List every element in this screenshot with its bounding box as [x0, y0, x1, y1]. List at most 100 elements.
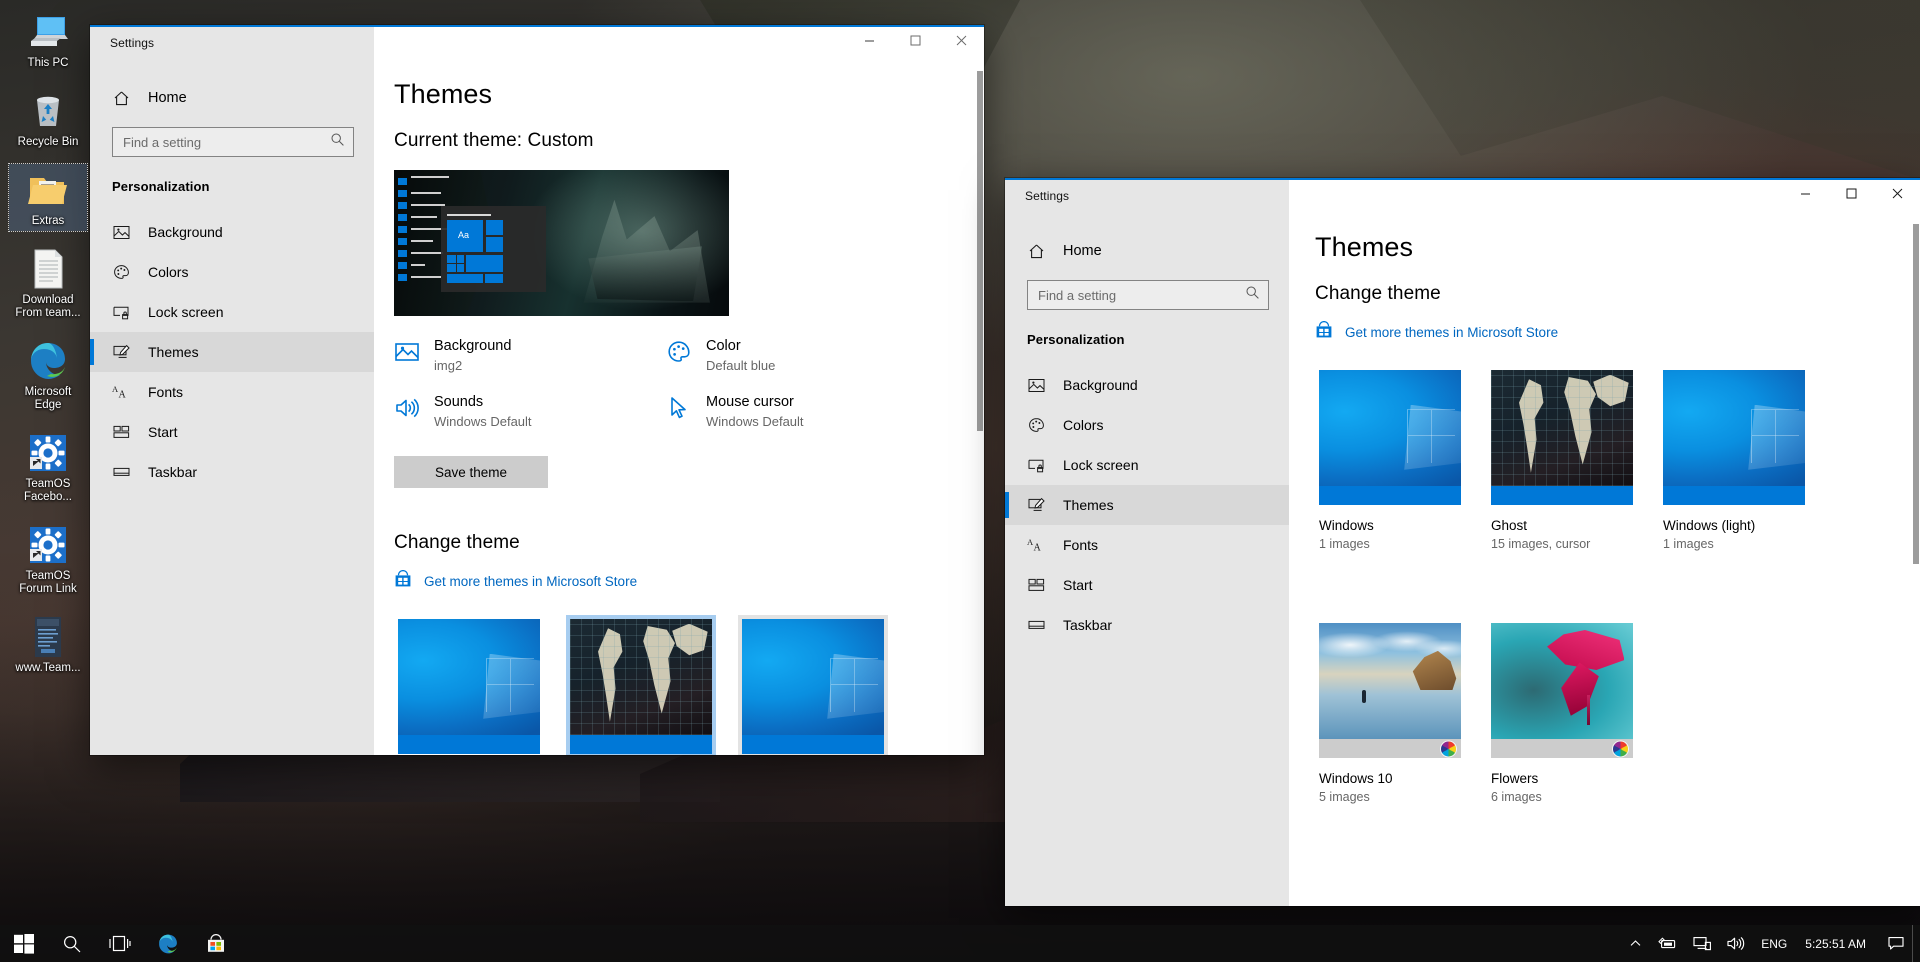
sidebar-item-lock-screen[interactable]: Lock screen	[1005, 445, 1289, 485]
scrollbar-thumb[interactable]	[1913, 224, 1919, 564]
sidebar-item-themes[interactable]: Themes	[1005, 485, 1289, 525]
window-1-search-wrap	[90, 117, 374, 157]
theme-sub: 1 images	[1663, 537, 1714, 551]
sidebar-item-lock-screen[interactable]: Lock screen	[90, 292, 374, 332]
sidebar-item-taskbar[interactable]: Taskbar	[90, 452, 374, 492]
sidebar-item-themes[interactable]: Themes	[90, 332, 374, 372]
sidebar-item-colors[interactable]: Colors	[1005, 405, 1289, 445]
search-input[interactable]	[1038, 287, 1245, 303]
theme-tile[interactable]: Flowers 6 images	[1487, 619, 1637, 804]
sidebar-home-label: Home	[148, 90, 187, 106]
window-2-scrollbar[interactable]	[1912, 222, 1920, 906]
theme-thumbnail	[1491, 623, 1633, 739]
sidebar-group-label: Personalization	[1027, 332, 1125, 347]
language-indicator[interactable]: ENG	[1753, 925, 1795, 962]
sidebar-item-label: Taskbar	[148, 464, 198, 480]
desktop-icon-label: TeamOS Forum Link	[19, 570, 77, 595]
theme-strip	[742, 735, 884, 754]
sidebar-item-label: Lock screen	[148, 304, 224, 320]
desktop-icon-extras[interactable]: Extras	[8, 163, 88, 232]
taskbar-icon	[1027, 616, 1045, 634]
windows-start-icon[interactable]	[0, 925, 48, 962]
change-theme-heading: Change theme	[394, 532, 520, 553]
store-link-label: Get more themes in Microsoft Store	[1345, 325, 1559, 340]
theme-tile[interactable]: Ghost 15 images, cursor	[566, 615, 716, 755]
search-icon[interactable]	[48, 925, 96, 962]
desktop-icon-label: www.Team...	[15, 662, 81, 674]
tablet-pen-icon[interactable]	[1650, 925, 1685, 962]
desktop-icon-microsoft-edge[interactable]: Microsoft Edge	[9, 335, 87, 415]
theme-tile[interactable]: Windows (light) 1 images	[738, 615, 888, 755]
sidebar-item-taskbar[interactable]: Taskbar	[1005, 605, 1289, 645]
minimize-button[interactable]	[846, 25, 892, 55]
theme-tile[interactable]: Windows 1 images	[1315, 366, 1465, 551]
theme-thumbnail	[742, 619, 884, 735]
desktop-icon-www-team[interactable]: www.Team...	[9, 611, 87, 678]
task-view-icon[interactable]	[96, 925, 144, 962]
get-more-themes-link[interactable]: Get more themes in Microsoft Store	[1315, 321, 1890, 344]
taskbar[interactable]: ENG 5:25:51 AM	[0, 925, 1920, 962]
sidebar-item-fonts[interactable]: AA Fonts	[90, 372, 374, 412]
desktop-icon-recycle-bin[interactable]: Recycle Bin	[9, 85, 87, 152]
sidebar-item-label: Fonts	[148, 384, 184, 400]
theme-strip	[1491, 739, 1633, 758]
clock[interactable]: 5:25:51 AM	[1795, 937, 1880, 951]
picture-icon	[394, 339, 420, 365]
minimize-button[interactable]	[1782, 178, 1828, 208]
picture-icon	[1027, 376, 1045, 394]
theme-attribute-sounds[interactable]: Sounds Windows Default	[394, 394, 666, 430]
close-button[interactable]	[938, 25, 984, 55]
desktop-icon-label: This PC	[27, 57, 69, 69]
close-button[interactable]	[1874, 178, 1920, 208]
sidebar-item-home[interactable]: Home	[1005, 232, 1289, 270]
speaker-icon	[394, 395, 420, 421]
search-box[interactable]	[112, 127, 354, 157]
microsoft-store-icon[interactable]	[192, 925, 240, 962]
action-center-icon[interactable]	[1880, 925, 1912, 962]
desktop-icon-teamos-facebook[interactable]: TeamOS Facebo...	[9, 427, 87, 507]
sidebar-item-start[interactable]: Start	[90, 412, 374, 452]
theme-attribute-color[interactable]: Color Default blue	[666, 338, 938, 374]
sidebar-item-label: Lock screen	[1063, 457, 1139, 473]
cursor-icon	[666, 395, 692, 421]
theme-thumbnail	[1663, 370, 1805, 486]
sidebar-item-start[interactable]: Start	[1005, 565, 1289, 605]
get-more-themes-link[interactable]: Get more themes in Microsoft Store	[394, 570, 954, 593]
sidebar-item-colors[interactable]: Colors	[90, 252, 374, 292]
search-input[interactable]	[123, 134, 330, 150]
sidebar-item-home[interactable]: Home	[90, 79, 374, 117]
current-theme-preview: Aa	[394, 170, 729, 316]
save-theme-button[interactable]: Save theme	[394, 456, 548, 488]
window-1-scrollbar[interactable]	[976, 69, 984, 755]
theme-attribute-background[interactable]: Background img2	[394, 338, 666, 374]
settings-window-1[interactable]: Settings Home Find a setting Personaliza…	[90, 25, 984, 755]
theme-tile[interactable]: Windows (light) 1 images	[1659, 366, 1809, 551]
sidebar-item-label: Background	[148, 224, 223, 240]
theme-tile[interactable]: Windows 1 images	[394, 615, 544, 755]
search-box[interactable]	[1027, 280, 1269, 310]
home-icon	[1027, 242, 1045, 260]
theme-tile[interactable]: Ghost 15 images, cursor	[1487, 366, 1637, 551]
sidebar-item-background[interactable]: Background	[90, 212, 374, 252]
network-icon[interactable]	[1685, 925, 1719, 962]
theme-tile[interactable]: Windows 10 5 images	[1315, 619, 1465, 804]
chevron-up-icon[interactable]	[1621, 925, 1650, 962]
volume-icon[interactable]	[1719, 925, 1753, 962]
desktop-icon-this-pc[interactable]: This PC	[9, 6, 87, 73]
settings-window-2[interactable]: Settings Home Find a setting Personaliza…	[1005, 178, 1920, 906]
edge-icon[interactable]	[144, 925, 192, 962]
sidebar-item-label: Colors	[1063, 417, 1104, 433]
sidebar-item-background[interactable]: Background	[1005, 365, 1289, 405]
desktop[interactable]: This PC Recycle Bin Extras Download From…	[0, 0, 1920, 962]
maximize-button[interactable]	[1828, 178, 1874, 208]
home-icon	[112, 89, 130, 107]
maximize-button[interactable]	[892, 25, 938, 55]
show-desktop-button[interactable]	[1912, 925, 1920, 962]
desktop-icon-teamos-forum-link[interactable]: TeamOS Forum Link	[9, 519, 87, 599]
start-tiles-icon	[112, 423, 130, 441]
scrollbar-thumb[interactable]	[977, 71, 983, 431]
window-2-sidebar-list: Background Colors Lock screen Themes A A…	[1005, 365, 1289, 645]
sidebar-item-fonts[interactable]: AA Fonts	[1005, 525, 1289, 565]
theme-attribute-mouse-cursor[interactable]: Mouse cursor Windows Default	[666, 394, 938, 430]
desktop-icon-download-from-team[interactable]: Download From team...	[9, 243, 87, 323]
